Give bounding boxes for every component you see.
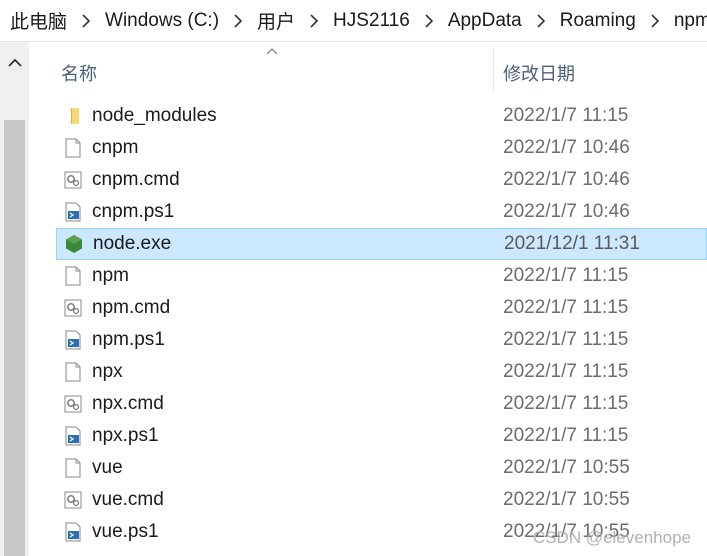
file-explorer-window: 此电脑 Windows (C:) 用户 HJS2116 AppData Roam…	[0, 0, 707, 556]
powershell-file-icon	[63, 330, 83, 350]
breadcrumb-item-npm[interactable]: npm	[672, 10, 707, 32]
file-modified-date: 2022/1/7 10:46	[503, 137, 630, 158]
file-modified-date: 2022/1/7 10:55	[503, 489, 630, 510]
file-name: vue	[92, 457, 123, 478]
chevron-right-icon[interactable]	[233, 13, 243, 28]
file-name: cnpm	[92, 137, 139, 158]
file-modified-date: 2022/1/7 11:15	[503, 425, 629, 446]
file-modified-date: 2022/1/7 10:46	[503, 169, 630, 190]
blank-file-icon	[63, 362, 83, 382]
cmd-file-icon	[63, 298, 83, 318]
scroll-up-icon[interactable]	[0, 50, 29, 76]
file-row[interactable]: vue 2022/1/7 10:55	[29, 452, 707, 484]
file-modified-date: 2022/1/7 11:15	[503, 105, 629, 126]
chevron-right-icon[interactable]	[536, 13, 546, 28]
file-row[interactable]: npm.ps1 2022/1/7 11:15	[29, 324, 707, 356]
powershell-file-icon	[63, 426, 83, 446]
chevron-right-icon[interactable]	[650, 13, 660, 28]
chevron-right-icon[interactable]	[81, 13, 91, 28]
column-header-name[interactable]: 名称	[61, 60, 97, 86]
nodejs-icon	[64, 234, 84, 254]
file-row[interactable]: vue.cmd 2022/1/7 10:55	[29, 484, 707, 516]
file-modified-date: 2022/1/7 11:15	[503, 265, 629, 286]
file-name: node_modules	[92, 105, 217, 126]
column-header-date[interactable]: 修改日期	[503, 60, 575, 86]
file-row[interactable]: npm.cmd 2022/1/7 11:15	[29, 292, 707, 324]
file-name: cnpm.cmd	[92, 169, 180, 190]
file-modified-date: 2022/1/7 11:15	[503, 297, 629, 318]
file-modified-date: 2022/1/7 10:46	[503, 201, 630, 222]
chevron-right-icon[interactable]	[309, 13, 319, 28]
file-row[interactable]: npx.ps1 2022/1/7 11:15	[29, 420, 707, 452]
watermark: CSDN @elevenhope	[532, 528, 691, 547]
breadcrumb-item-roaming[interactable]: Roaming	[558, 10, 638, 32]
sort-ascending-icon	[266, 48, 278, 55]
file-row[interactable]: node.exe 2021/12/1 11:31	[56, 228, 707, 260]
file-name: vue.ps1	[92, 521, 159, 542]
folder-icon	[63, 106, 83, 126]
file-name: npx	[92, 361, 123, 382]
column-divider[interactable]	[493, 48, 494, 92]
chevron-right-icon[interactable]	[424, 13, 434, 28]
breadcrumb: 此电脑 Windows (C:) 用户 HJS2116 AppData Roam…	[0, 0, 707, 42]
file-row[interactable]: node_modules 2022/1/7 11:15	[29, 100, 707, 132]
column-header: 名称 修改日期	[29, 42, 707, 92]
file-row[interactable]: cnpm 2022/1/7 10:46	[29, 132, 707, 164]
file-name: npx.cmd	[92, 393, 164, 414]
breadcrumb-item-user[interactable]: HJS2116	[331, 10, 412, 32]
file-row[interactable]: cnpm.cmd 2022/1/7 10:46	[29, 164, 707, 196]
powershell-file-icon	[63, 202, 83, 222]
file-list: node_modules 2022/1/7 11:15 cnpm 2022/1/7 1…	[29, 100, 707, 548]
cmd-file-icon	[63, 170, 83, 190]
cmd-file-icon	[63, 490, 83, 510]
file-name: npm.ps1	[92, 329, 165, 350]
file-name: npm	[92, 265, 129, 286]
cmd-file-icon	[63, 394, 83, 414]
powershell-file-icon	[63, 522, 83, 542]
blank-file-icon	[63, 458, 83, 478]
file-modified-date: 2022/1/7 11:15	[503, 393, 629, 414]
file-modified-date: 2022/1/7 11:15	[503, 361, 629, 382]
file-name: vue.cmd	[92, 489, 164, 510]
file-row[interactable]: npx.cmd 2022/1/7 11:15	[29, 388, 707, 420]
file-name: cnpm.ps1	[92, 201, 175, 222]
blank-file-icon	[63, 266, 83, 286]
file-row[interactable]: npm 2022/1/7 11:15	[29, 260, 707, 292]
file-name: node.exe	[93, 233, 172, 254]
file-name: npm.cmd	[92, 297, 171, 318]
breadcrumb-item-appdata[interactable]: AppData	[446, 10, 524, 32]
breadcrumb-item-drive[interactable]: Windows (C:)	[103, 10, 221, 32]
file-name: npx.ps1	[92, 425, 159, 446]
file-row[interactable]: npx 2022/1/7 11:15	[29, 356, 707, 388]
file-modified-date: 2021/12/1 11:31	[504, 233, 640, 254]
breadcrumb-item-users[interactable]: 用户	[255, 7, 297, 34]
scrollbar-thumb[interactable]	[4, 120, 25, 556]
breadcrumb-item-this-pc[interactable]: 此电脑	[8, 7, 69, 34]
file-row[interactable]: cnpm.ps1 2022/1/7 10:46	[29, 196, 707, 228]
blank-file-icon	[63, 138, 83, 158]
file-modified-date: 2022/1/7 10:55	[503, 457, 630, 478]
file-modified-date: 2022/1/7 11:15	[503, 329, 629, 350]
vertical-scrollbar[interactable]	[0, 42, 29, 556]
